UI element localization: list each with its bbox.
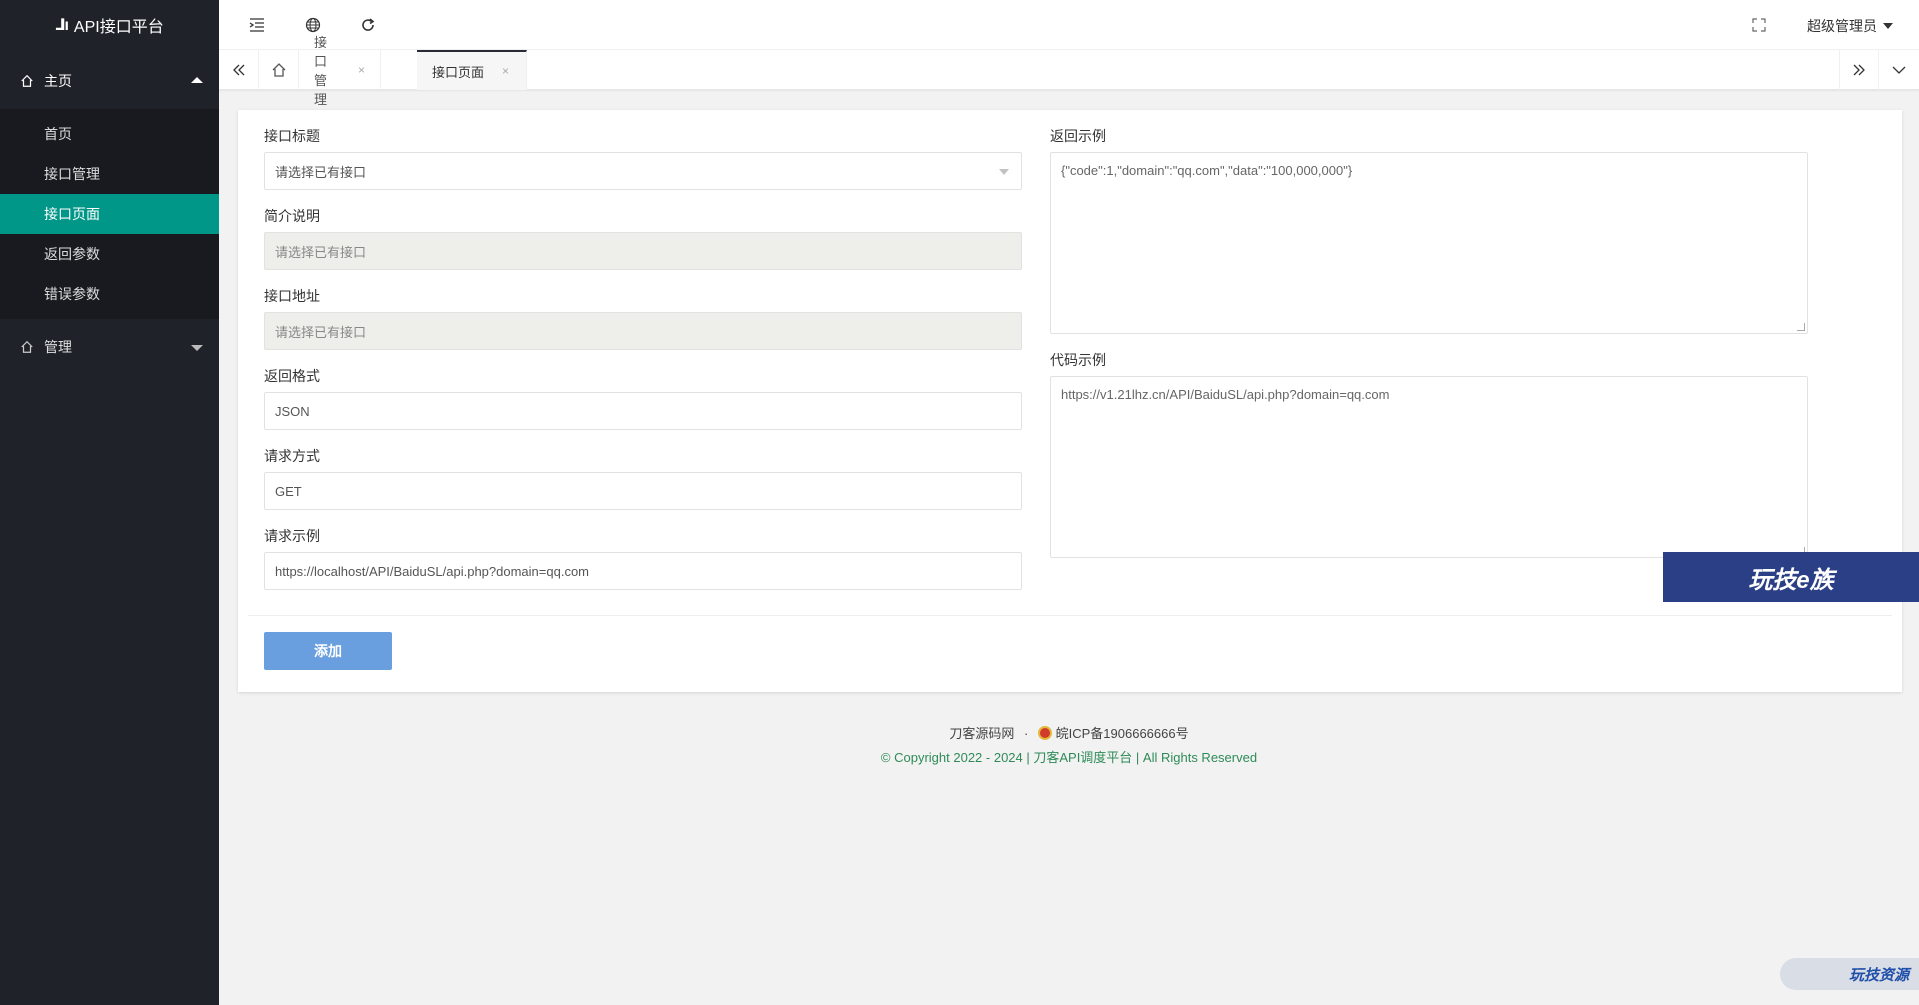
api-title-label: 接口标题	[264, 128, 320, 144]
close-icon[interactable]: ×	[358, 63, 365, 77]
resize-handle-icon[interactable]	[1797, 323, 1805, 331]
logo-icon: ⅃ı	[55, 17, 69, 34]
api-form-card: 接口标题 请选择已有接口 简介说明 请选择已有接口 接口地址 请选择已有接口 返…	[238, 110, 1902, 692]
tabs-scroll-right-icon[interactable]	[1839, 50, 1879, 90]
method-field-value: GET	[275, 483, 302, 499]
police-badge-icon	[1038, 726, 1052, 740]
caret-down-icon	[191, 345, 203, 351]
footer-copyright: © Copyright 2022 - 2024 | 刀客API调度平台 | Al…	[880, 750, 1258, 765]
footer-separator: ·	[1024, 726, 1029, 741]
intro-field-placeholder: 请选择已有接口	[275, 244, 367, 260]
app-title: API接口平台	[73, 19, 164, 36]
footer-info: 刀客源码网 · 皖ICP备1906666666号	[219, 723, 1919, 742]
watermark-badge: 玩技e族	[1663, 552, 1919, 602]
tabs-bar: 接口管理 × 接口页面 ×	[219, 35, 1919, 107]
return-example-textarea[interactable]: {"code":1,"domain":"qq.com","data":"100,…	[1050, 152, 1808, 334]
tab-api-page[interactable]: 接口页面 ×	[417, 50, 527, 90]
add-button[interactable]: 添加	[264, 632, 392, 670]
tabs-scroll-left-icon[interactable]	[219, 50, 259, 90]
address-field-placeholder: 请选择已有接口	[275, 324, 367, 340]
footer-site-link[interactable]: 刀客源码网	[949, 726, 1014, 741]
nav-group-manage[interactable]: 管理	[0, 319, 219, 375]
intro-label: 简介说明	[264, 208, 320, 224]
request-example-field[interactable]: https://localhost/API/BaiduSL/api.php?do…	[264, 552, 1022, 590]
request-example-value: https://localhost/API/BaiduSL/api.php?do…	[275, 563, 590, 579]
user-name: 超级管理员	[1807, 18, 1877, 34]
sidebar-item-home[interactable]: 首页	[0, 114, 219, 154]
code-example-label: 代码示例	[1050, 352, 1106, 368]
sidebar-item-error-params[interactable]: 错误参数	[0, 274, 219, 314]
api-title-select-value: 请选择已有接口	[275, 164, 367, 180]
chevron-down-icon	[999, 169, 1009, 175]
watermark-bottom: 玩技资源	[1780, 958, 1919, 990]
sidebar: ⅃ı API接口平台 主页 首页 接口管理 接口页面 返回参数 错误参数 管理	[0, 0, 219, 1005]
refresh-icon[interactable]	[357, 14, 379, 36]
return-example-value: {"code":1,"domain":"qq.com","data":"100,…	[1061, 163, 1353, 178]
home-icon	[21, 340, 33, 353]
api-title-select[interactable]: 请选择已有接口	[264, 152, 1022, 190]
fullscreen-icon[interactable]	[1748, 14, 1770, 36]
method-label: 请求方式	[264, 448, 320, 464]
code-example-value: https://v1.21lhz.cn/API/BaiduSL/api.php?…	[1061, 387, 1390, 402]
format-field-value: JSON	[275, 403, 310, 419]
close-icon[interactable]: ×	[502, 64, 509, 78]
sidebar-item-api-manage[interactable]: 接口管理	[0, 154, 219, 194]
user-menu[interactable]: 超级管理员	[1807, 16, 1893, 36]
tab-label: 接口页面	[432, 64, 485, 80]
intro-field: 请选择已有接口	[264, 232, 1022, 270]
sidebar-item-return-params[interactable]: 返回参数	[0, 234, 219, 274]
tabs-dropdown-icon[interactable]	[1879, 50, 1919, 90]
address-label: 接口地址	[264, 288, 320, 304]
caret-down-icon	[1883, 23, 1893, 29]
app-logo[interactable]: ⅃ı API接口平台	[0, 0, 219, 50]
top-header: 超级管理员	[219, 0, 1919, 50]
request-example-label: 请求示例	[264, 528, 320, 544]
footer-icp-link[interactable]: 皖ICP备1906666666号	[1056, 726, 1189, 741]
address-field: 请选择已有接口	[264, 312, 1022, 350]
code-example-textarea[interactable]: https://v1.21lhz.cn/API/BaiduSL/api.php?…	[1050, 376, 1808, 558]
menu-fold-icon[interactable]	[246, 14, 268, 36]
format-label: 返回格式	[264, 368, 320, 384]
return-example-label: 返回示例	[1050, 128, 1106, 144]
nav-group-manage-label: 管理	[44, 339, 72, 355]
caret-up-icon	[191, 77, 203, 83]
nav-group-home[interactable]: 主页	[0, 53, 219, 109]
format-field[interactable]: JSON	[264, 392, 1022, 430]
tab-api-manage[interactable]: 接口管理 ×	[299, 35, 381, 107]
tab-label: 接口管理	[314, 35, 328, 107]
nav-submenu: 首页 接口管理 接口页面 返回参数 错误参数	[0, 109, 219, 319]
method-field[interactable]: GET	[264, 472, 1022, 510]
nav-group-home-label: 主页	[44, 73, 72, 89]
tab-home-icon[interactable]	[259, 50, 299, 90]
sidebar-item-api-page[interactable]: 接口页面	[0, 194, 219, 234]
form-divider	[248, 615, 1892, 616]
home-icon	[21, 74, 33, 87]
